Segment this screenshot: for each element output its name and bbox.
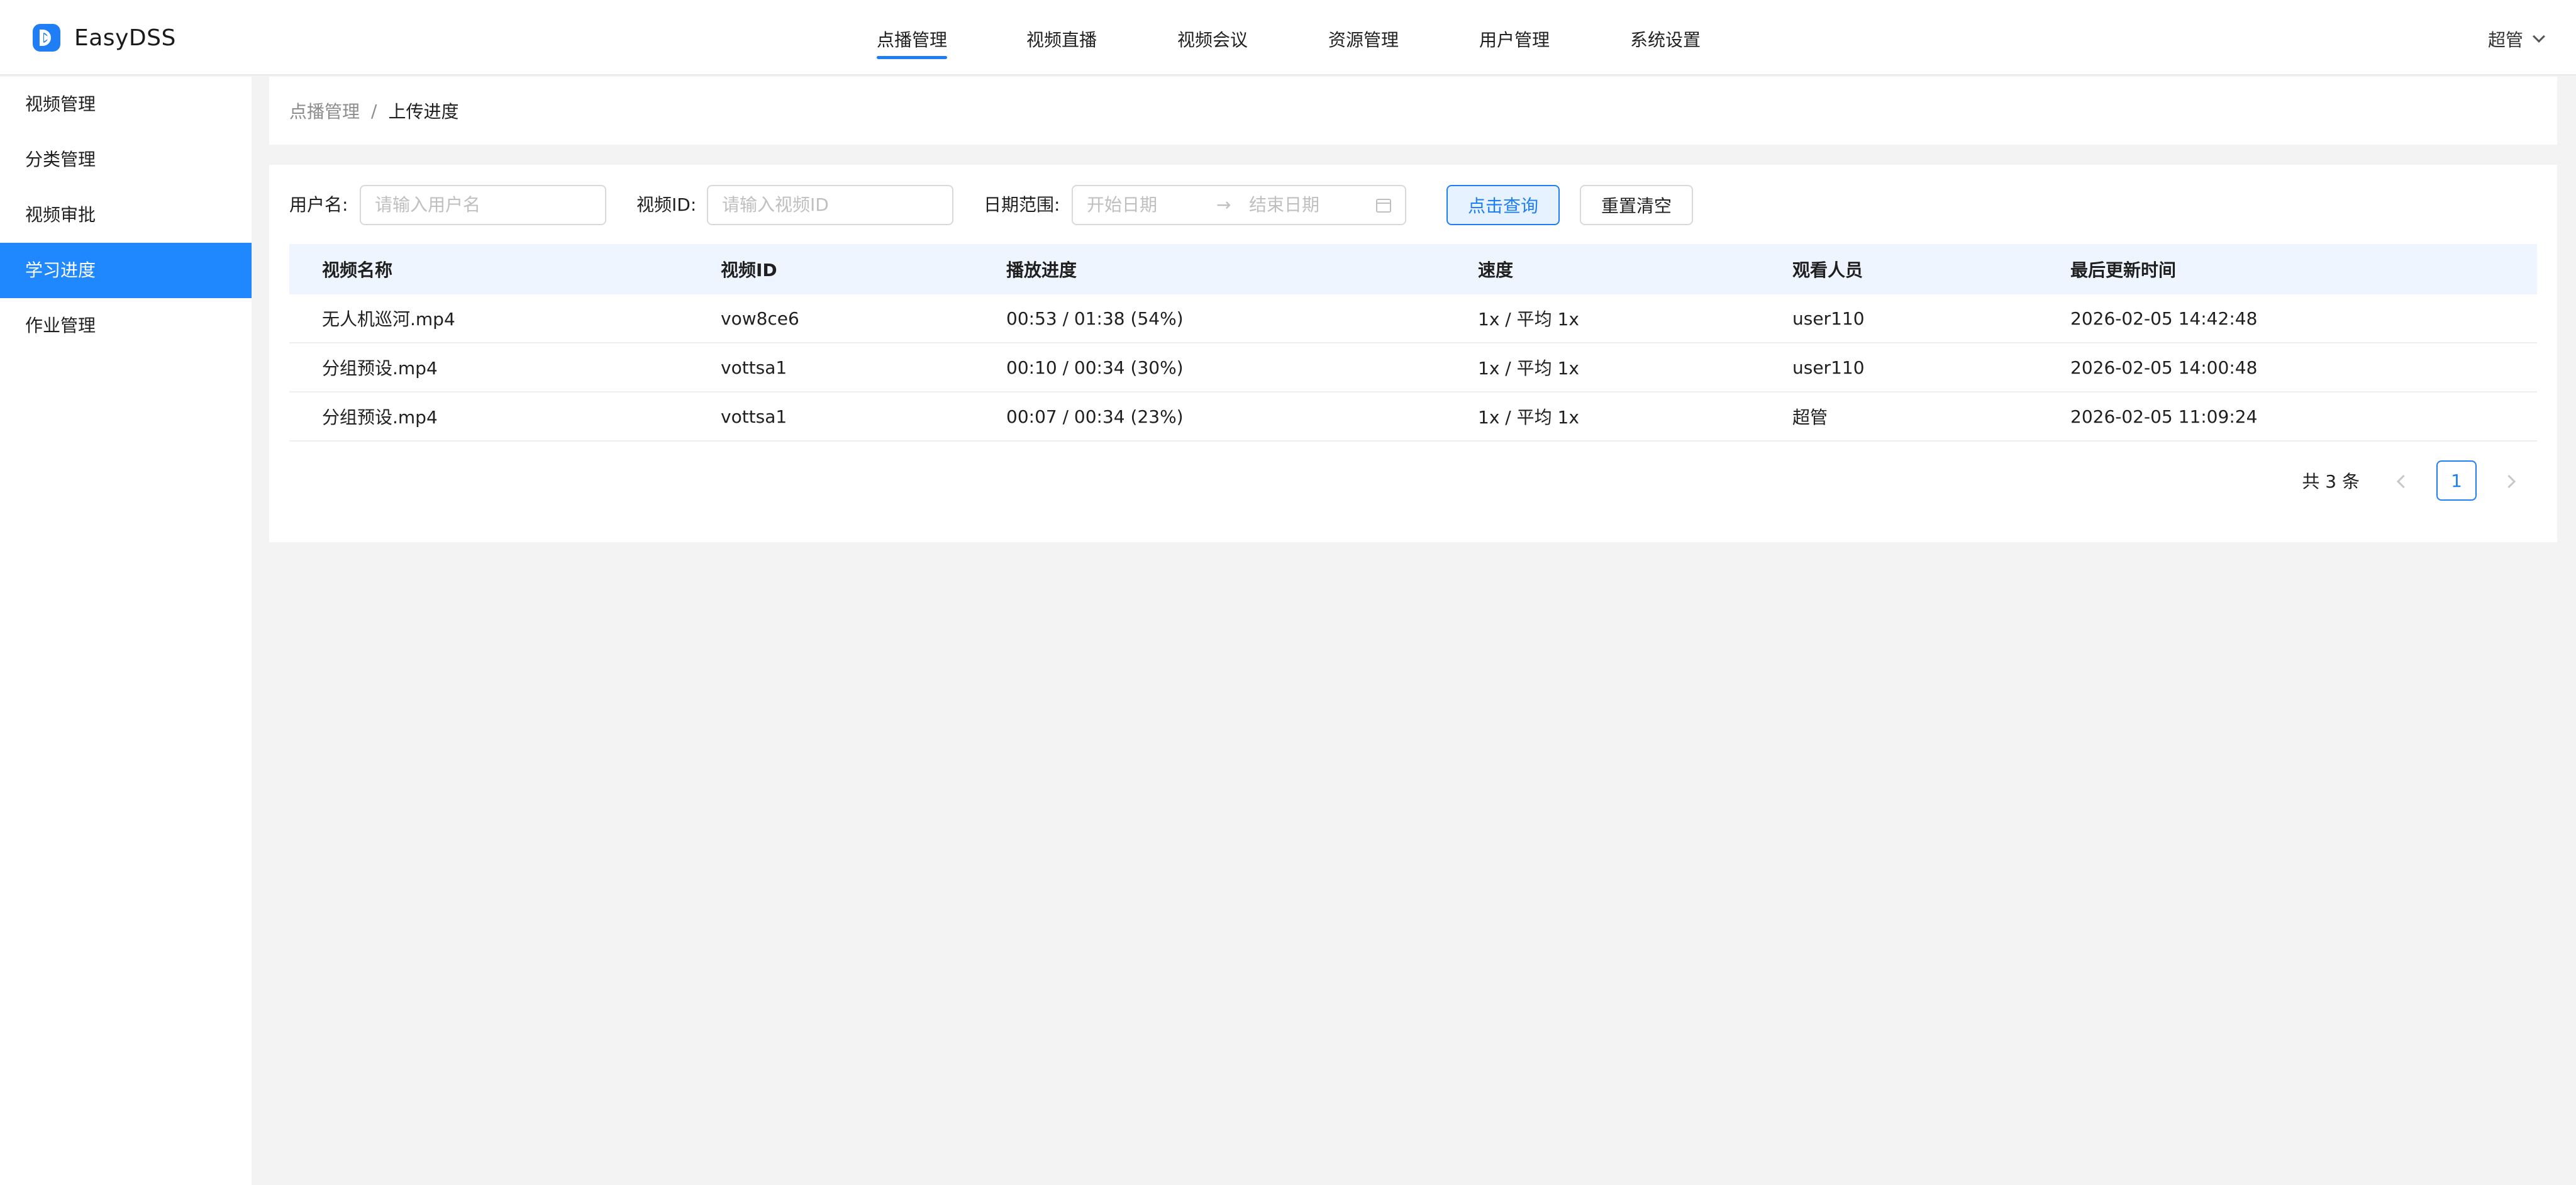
nav-item-meeting[interactable]: 视频会议 [1177, 28, 1248, 53]
page-button-current[interactable]: 1 [2436, 460, 2477, 501]
filter-bar: 用户名: 请输入用户名 视频ID: 请输入视频ID 日期范围: 开始日期 → 结… [289, 185, 2537, 225]
table-row: 无人机巡河.mp4 vow8ce6 00:53 / 01:38 (54%) 1x… [289, 294, 2537, 343]
cell-play-progress: 00:07 / 00:34 (23%) [1006, 406, 1184, 427]
cell-video-id: vottsa1 [721, 406, 787, 427]
range-arrow-icon: → [1216, 194, 1231, 215]
play-logo-icon [33, 24, 60, 52]
cell-video-name: 分组预设.mp4 [322, 407, 438, 428]
column-header-play-progress: 播放进度 [1006, 260, 1077, 281]
cell-video-id: vottsa1 [721, 357, 787, 378]
nav-item-users[interactable]: 用户管理 [1479, 28, 1550, 53]
breadcrumb: 点播管理 / 上传进度 [269, 77, 2557, 145]
table-row: 分组预设.mp4 vottsa1 00:10 / 00:34 (30%) 1x … [289, 343, 2537, 392]
app-name: EasyDSS [74, 25, 176, 51]
date-range-label: 日期范围: [984, 194, 1060, 215]
total-count: 共 3 条 [2302, 471, 2360, 492]
sidebar-item-video-management[interactable]: 视频管理 [0, 77, 252, 132]
sidebar-item-video-approval[interactable]: 视频审批 [0, 187, 252, 243]
chevron-down-icon [2533, 30, 2545, 43]
nav-item-settings[interactable]: 系统设置 [1630, 28, 1701, 53]
cell-play-progress: 00:53 / 01:38 (54%) [1006, 308, 1184, 329]
date-start-input[interactable]: 开始日期 [1087, 186, 1157, 224]
progress-table: 视频名称 视频ID 播放进度 速度 观看人员 最后更新时间 无人机巡河.mp4 … [289, 244, 2537, 442]
sidebar-item-category-management[interactable]: 分类管理 [0, 132, 252, 187]
cell-video-name: 无人机巡河.mp4 [322, 309, 455, 330]
user-menu[interactable]: 超管 [2487, 26, 2545, 52]
chevron-right-icon[interactable] [2490, 460, 2531, 501]
user-name: 超管 [2487, 30, 2523, 50]
cell-video-name: 分组预设.mp4 [322, 358, 438, 379]
column-header-video-name: 视频名称 [322, 260, 393, 281]
pagination: 共 3 条 1 [2302, 460, 2531, 501]
sidebar-item-homework-management[interactable]: 作业管理 [0, 298, 252, 353]
nav-item-resources[interactable]: 资源管理 [1328, 28, 1399, 53]
breadcrumb-parent[interactable]: 点播管理 [289, 98, 360, 123]
top-header: EasyDSS 点播管理 视频直播 视频会议 资源管理 用户管理 系统设置 超管 [0, 0, 2576, 75]
table-header: 视频名称 视频ID 播放进度 速度 观看人员 最后更新时间 [289, 244, 2537, 294]
username-label: 用户名: [289, 194, 348, 215]
table-row: 分组预设.mp4 vottsa1 00:07 / 00:34 (23%) 1x … [289, 392, 2537, 442]
date-range-picker[interactable]: 开始日期 → 结束日期 [1072, 185, 1406, 225]
reset-button[interactable]: 重置清空 [1580, 185, 1693, 225]
main-content: 用户名: 请输入用户名 视频ID: 请输入视频ID 日期范围: 开始日期 → 结… [269, 165, 2557, 542]
column-header-video-id: 视频ID [721, 260, 777, 281]
breadcrumb-current: 上传进度 [388, 101, 459, 122]
breadcrumb-separator: / [371, 100, 377, 121]
cell-speed: 1x / 平均 1x [1478, 407, 1579, 428]
video-id-input[interactable]: 请输入视频ID [707, 185, 953, 225]
date-end-input[interactable]: 结束日期 [1249, 186, 1319, 224]
search-button[interactable]: 点击查询 [1446, 185, 1560, 225]
sidebar-item-learning-progress[interactable]: 学习进度 [0, 243, 252, 298]
cell-viewer: user110 [1792, 308, 1865, 329]
chevron-left-icon[interactable] [2382, 460, 2423, 501]
cell-last-updated: 2026-02-05 14:42:48 [2070, 308, 2258, 329]
video-id-label: 视频ID: [636, 194, 697, 215]
cell-last-updated: 2026-02-05 14:00:48 [2070, 357, 2258, 378]
cell-speed: 1x / 平均 1x [1478, 309, 1579, 330]
cell-speed: 1x / 平均 1x [1478, 358, 1579, 379]
column-header-viewer: 观看人员 [1792, 260, 1863, 281]
cell-viewer: user110 [1792, 357, 1865, 378]
sidebar: 视频管理 分类管理 视频审批 学习进度 作业管理 [0, 77, 252, 1185]
brand[interactable]: EasyDSS [33, 24, 176, 52]
nav-item-vod[interactable]: 点播管理 [877, 28, 948, 59]
cell-video-id: vow8ce6 [721, 308, 799, 329]
calendar-icon [1376, 199, 1391, 213]
cell-play-progress: 00:10 / 00:34 (30%) [1006, 357, 1184, 378]
cell-last-updated: 2026-02-05 11:09:24 [2070, 406, 2258, 427]
username-input[interactable]: 请输入用户名 [360, 185, 606, 225]
nav-item-live[interactable]: 视频直播 [1026, 28, 1097, 53]
column-header-last-updated: 最后更新时间 [2070, 260, 2177, 281]
cell-viewer: 超管 [1792, 407, 1828, 428]
column-header-speed: 速度 [1478, 260, 1514, 281]
